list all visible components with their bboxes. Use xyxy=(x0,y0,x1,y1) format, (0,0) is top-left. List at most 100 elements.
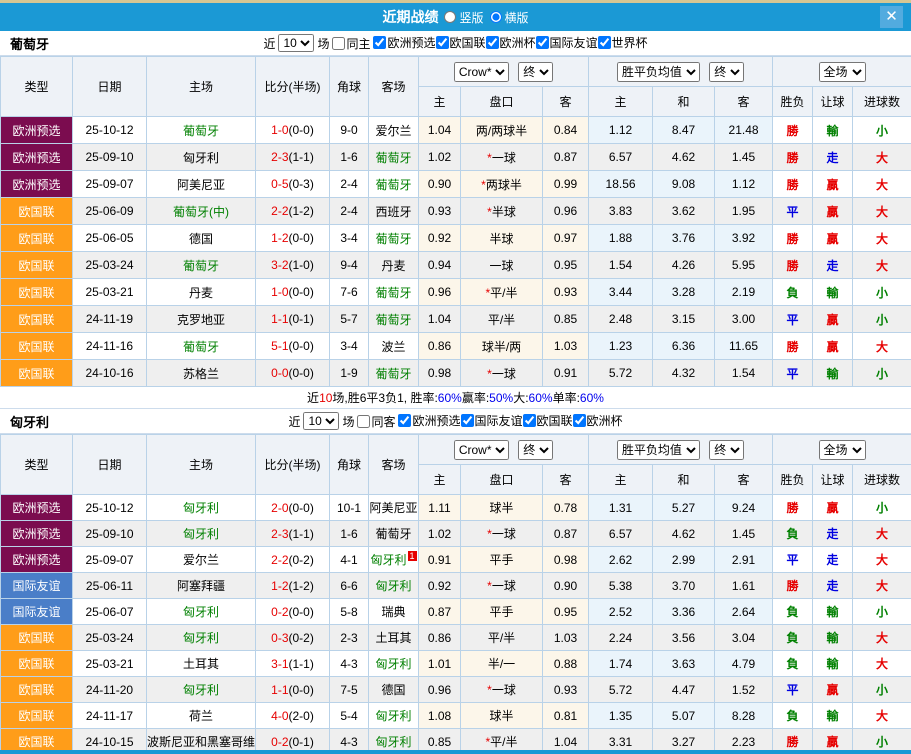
league-filter[interactable]: 欧洲预选 xyxy=(398,412,460,429)
avg-away-cell: 11.65 xyxy=(715,333,773,360)
corners-cell: 7-6 xyxy=(330,279,369,306)
hungary-filters: 近 10 场 同客 欧洲预选国际友谊欧国联欧洲杯 xyxy=(288,412,622,430)
avg-type-select[interactable]: 胜平负均值 xyxy=(617,62,700,82)
corners-cell: 3-4 xyxy=(330,225,369,252)
away-team-cell: 丹麦 xyxy=(369,252,419,279)
recent-count-select[interactable]: 10 xyxy=(278,34,314,52)
league-checkbox[interactable] xyxy=(573,414,586,427)
match-row: 欧国联24-10-16苏格兰0-0(0-0)1-9葡萄牙0.98*一球0.915… xyxy=(1,360,911,387)
league-filter[interactable]: 欧国联 xyxy=(436,34,486,51)
league-checkbox[interactable] xyxy=(598,36,611,49)
same-venue-filter[interactable]: 同主 xyxy=(332,35,370,52)
page-title: 近期战绩 xyxy=(382,7,438,27)
home-odds-cell: 0.90 xyxy=(419,171,461,198)
handicap-cell: 平/半 xyxy=(461,306,543,333)
col-avg-away: 客 xyxy=(715,465,773,495)
away-odds-cell: 0.88 xyxy=(543,651,589,677)
team-name: 匈牙利 xyxy=(10,412,49,431)
avg-time-select[interactable]: 终 xyxy=(709,62,744,82)
goals-cell: 大 xyxy=(853,547,911,573)
result-cell: 平 xyxy=(773,677,813,703)
portugal-filters: 近 10 场 同主 欧洲预选欧国联欧洲杯国际友谊世界杯 xyxy=(263,34,647,52)
league-cell: 欧洲预选 xyxy=(1,117,73,144)
scope-select[interactable]: 全场 xyxy=(819,440,866,460)
corners-cell: 9-0 xyxy=(330,117,369,144)
league-checkbox[interactable] xyxy=(398,414,411,427)
result-cell: 平 xyxy=(773,360,813,387)
avg-time-select[interactable]: 终 xyxy=(709,440,744,460)
home-team-cell: 匈牙利 xyxy=(147,625,256,651)
layout-horizontal-option[interactable]: 横版 xyxy=(490,9,529,26)
score-cell: 2-0(0-0) xyxy=(256,495,330,521)
odds-time-select[interactable]: 终 xyxy=(518,440,553,460)
home-team-cell: 匈牙利 xyxy=(147,144,256,171)
team-name: 葡萄牙 xyxy=(10,34,49,53)
away-team-cell: 德国 xyxy=(369,677,419,703)
handicap-cell: *一球 xyxy=(461,521,543,547)
league-checkbox[interactable] xyxy=(523,414,536,427)
home-odds-cell: 1.04 xyxy=(419,306,461,333)
league-filter[interactable]: 国际友谊 xyxy=(536,34,598,51)
col-avg-draw: 和 xyxy=(653,465,715,495)
league-checkbox[interactable] xyxy=(461,414,474,427)
layout-vertical-option[interactable]: 竖版 xyxy=(444,9,483,26)
home-odds-cell: 0.92 xyxy=(419,573,461,599)
league-filter[interactable]: 国际友谊 xyxy=(461,412,523,429)
avg-draw-cell: 3.15 xyxy=(653,306,715,333)
league-checkbox[interactable] xyxy=(373,36,386,49)
same-venue-checkbox[interactable] xyxy=(332,37,345,50)
date-cell: 25-03-24 xyxy=(73,252,147,279)
avg-home-cell: 2.62 xyxy=(589,547,653,573)
match-row: 欧洲预选25-10-12匈牙利2-0(0-0)10-1阿美尼亚1.11球半0.7… xyxy=(1,495,911,521)
corners-cell: 1-6 xyxy=(330,521,369,547)
league-filter[interactable]: 欧洲杯 xyxy=(573,412,623,429)
odds-time-select[interactable]: 终 xyxy=(518,62,553,82)
league-filter[interactable]: 欧国联 xyxy=(523,412,573,429)
avg-home-cell: 2.24 xyxy=(589,625,653,651)
league-checkbox[interactable] xyxy=(436,36,449,49)
close-icon[interactable]: ✕ xyxy=(880,6,903,28)
corners-cell: 5-8 xyxy=(330,599,369,625)
goals-cell: 小 xyxy=(853,306,911,333)
home-odds-cell: 1.02 xyxy=(419,521,461,547)
avg-type-select[interactable]: 胜平负均值 xyxy=(617,440,700,460)
same-venue-checkbox[interactable] xyxy=(357,415,370,428)
match-row: 欧洲预选25-09-07阿美尼亚0-5(0-3)2-4葡萄牙0.90*两球半0.… xyxy=(1,171,911,198)
league-checkbox[interactable] xyxy=(536,36,549,49)
same-venue-filter[interactable]: 同客 xyxy=(357,413,395,430)
corners-cell: 5-7 xyxy=(330,306,369,333)
col-date: 日期 xyxy=(73,435,147,495)
handicap-result-cell: 走 xyxy=(813,573,853,599)
recent-count-select[interactable]: 10 xyxy=(303,412,339,430)
horizontal-radio[interactable] xyxy=(490,11,502,23)
league-filter[interactable]: 世界杯 xyxy=(598,34,648,51)
home-odds-cell: 1.04 xyxy=(419,117,461,144)
away-odds-cell: 0.87 xyxy=(543,144,589,171)
portugal-section: 葡萄牙 近 10 场 同主 欧洲预选欧国联欧洲杯国际友谊世界杯 xyxy=(0,31,911,409)
home-team-cell: 土耳其 xyxy=(147,651,256,677)
vertical-radio[interactable] xyxy=(444,11,456,23)
score-cell: 2-3(1-1) xyxy=(256,521,330,547)
league-filter[interactable]: 欧洲预选 xyxy=(373,34,435,51)
avg-home-cell: 5.38 xyxy=(589,573,653,599)
avg-away-cell: 1.54 xyxy=(715,360,773,387)
scope-select[interactable]: 全场 xyxy=(819,62,866,82)
handicap-result-cell: 輸 xyxy=(813,703,853,729)
league-checkbox[interactable] xyxy=(486,36,499,49)
league-cell: 欧国联 xyxy=(1,333,73,360)
away-team-cell: 葡萄牙 xyxy=(369,360,419,387)
result-cell: 平 xyxy=(773,198,813,225)
league-cell: 欧国联 xyxy=(1,198,73,225)
home-odds-cell: 0.94 xyxy=(419,252,461,279)
home-odds-cell: 0.96 xyxy=(419,677,461,703)
score-cell: 5-1(0-0) xyxy=(256,333,330,360)
result-cell: 勝 xyxy=(773,171,813,198)
handicap-cell: 球半/两 xyxy=(461,333,543,360)
bookmaker-select[interactable]: Crow* xyxy=(454,62,509,82)
bookmaker-select[interactable]: Crow* xyxy=(454,440,509,460)
corners-cell: 2-3 xyxy=(330,625,369,651)
home-odds-cell: 1.01 xyxy=(419,651,461,677)
date-cell: 24-11-17 xyxy=(73,703,147,729)
league-filter[interactable]: 欧洲杯 xyxy=(486,34,536,51)
bottom-strip xyxy=(0,750,911,754)
